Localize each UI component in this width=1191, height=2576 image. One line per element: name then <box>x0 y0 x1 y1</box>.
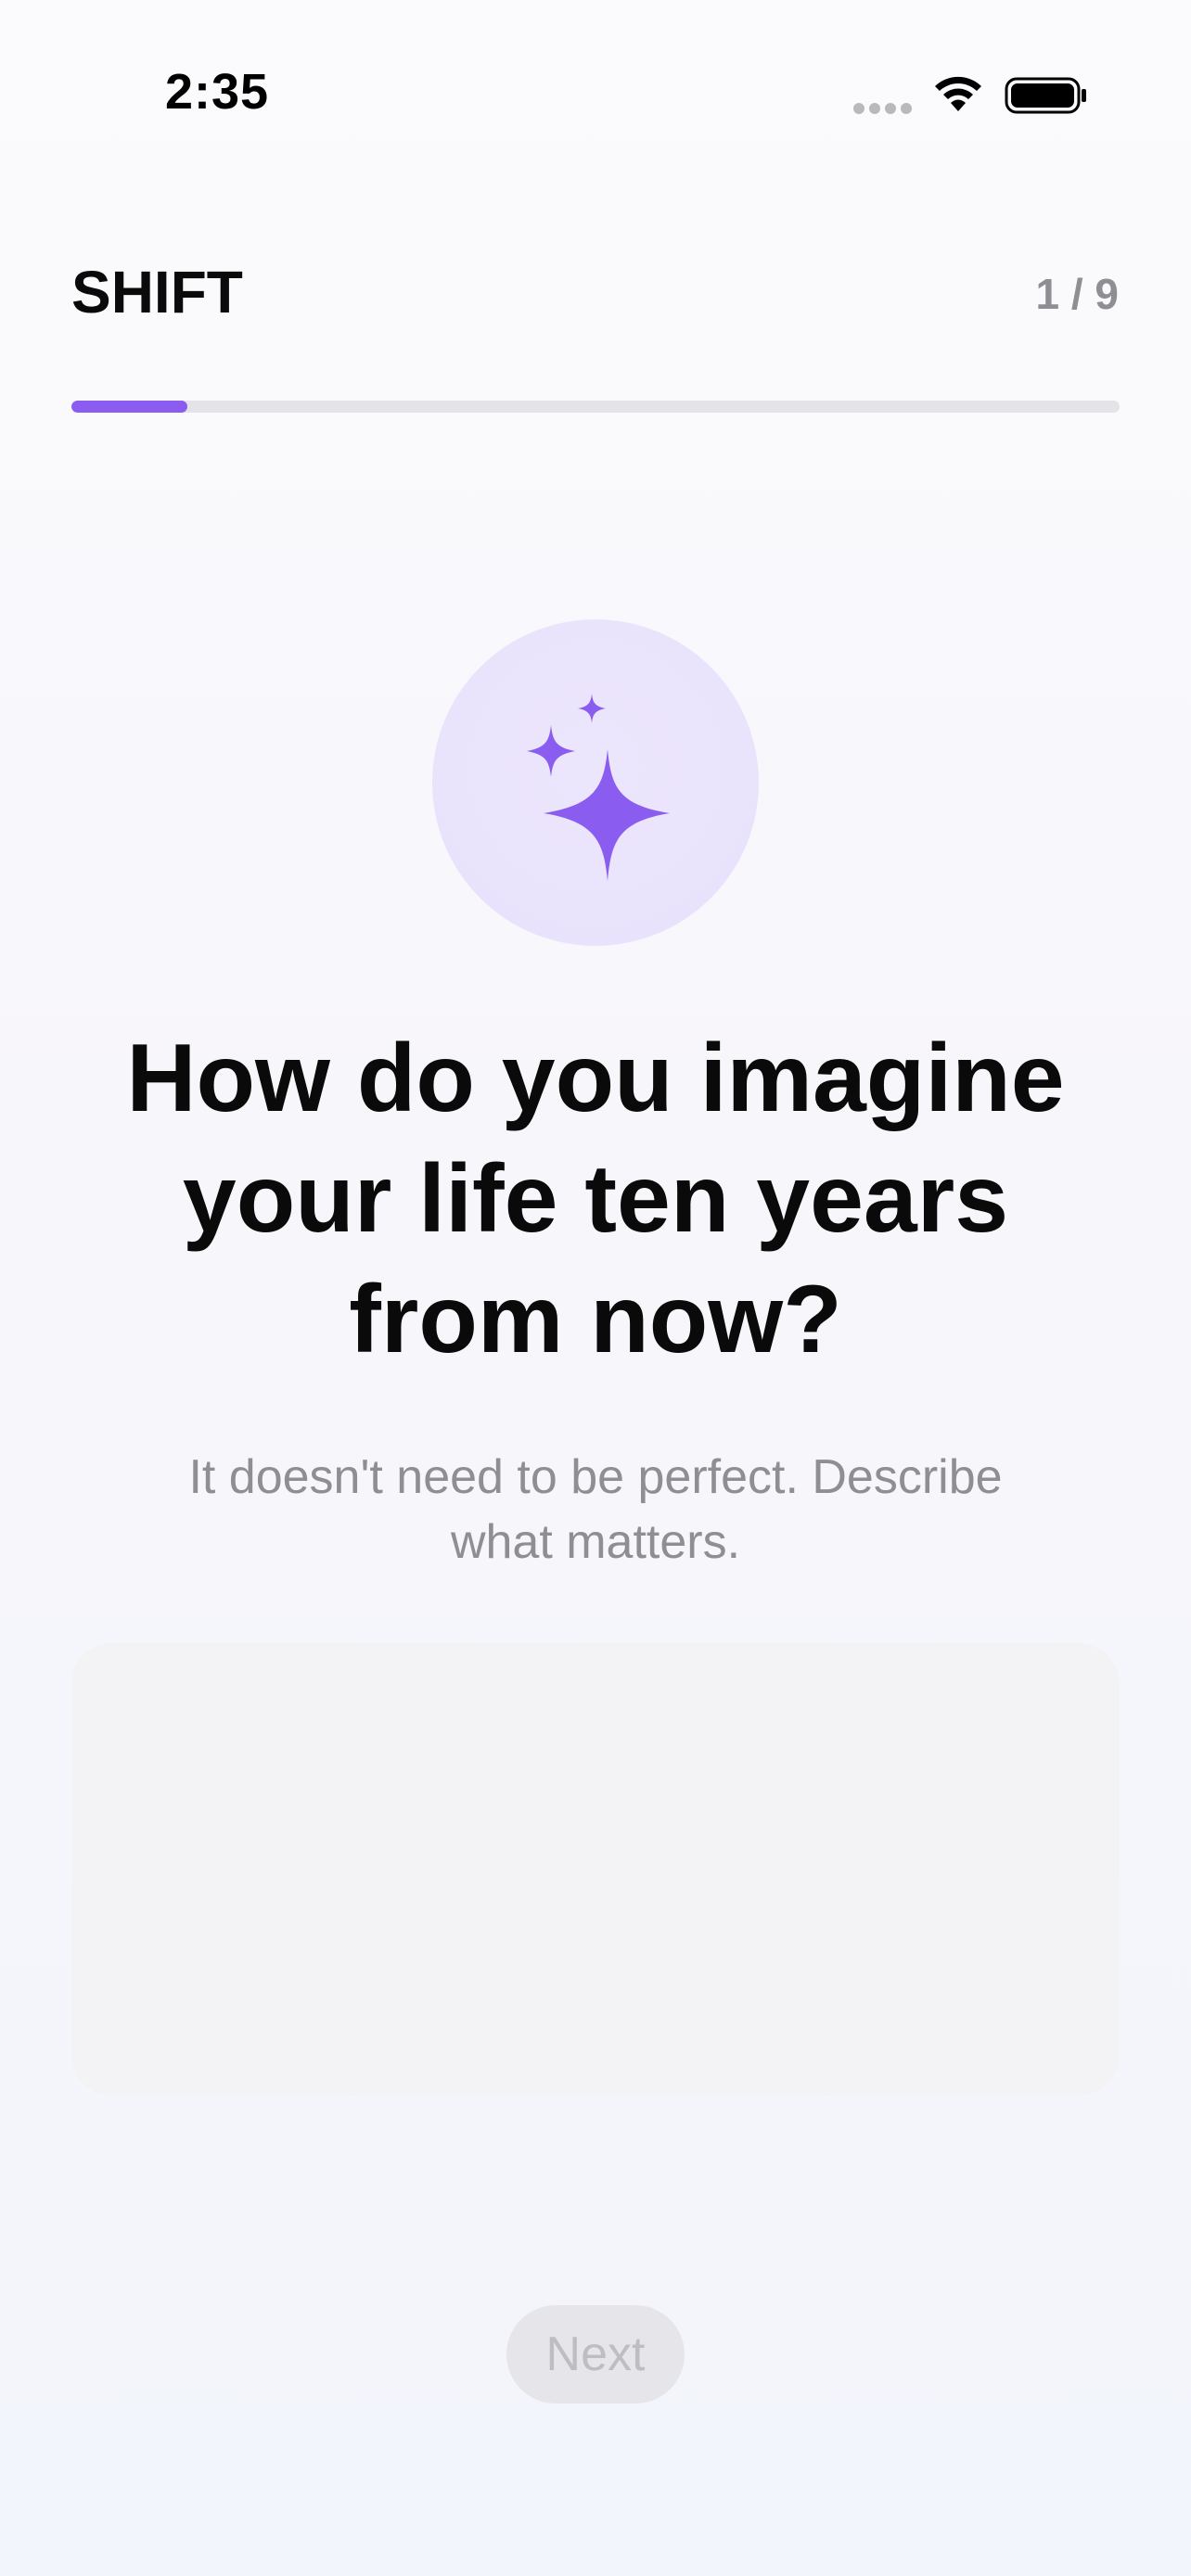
question-title: How do you imagine your life ten years f… <box>126 1025 1065 1373</box>
next-button[interactable]: Next <box>506 2305 685 2404</box>
status-time: 2:35 <box>165 64 270 120</box>
status-bar: 2:35 <box>0 0 1191 185</box>
wifi-icon <box>935 76 981 111</box>
sparkles-icon <box>527 694 670 881</box>
progress-bar <box>71 401 1120 413</box>
app-brand: SHIFT <box>71 259 243 325</box>
signal-dots-icon <box>853 103 913 116</box>
progress-fill <box>71 401 188 413</box>
icon-badge <box>432 619 759 946</box>
battery-icon <box>1005 77 1086 114</box>
question-subtitle: It doesn't need to be perfect. Describe … <box>188 1450 1003 1569</box>
step-counter: 1 / 9 <box>1035 270 1119 318</box>
answer-input[interactable] <box>71 1643 1120 2096</box>
